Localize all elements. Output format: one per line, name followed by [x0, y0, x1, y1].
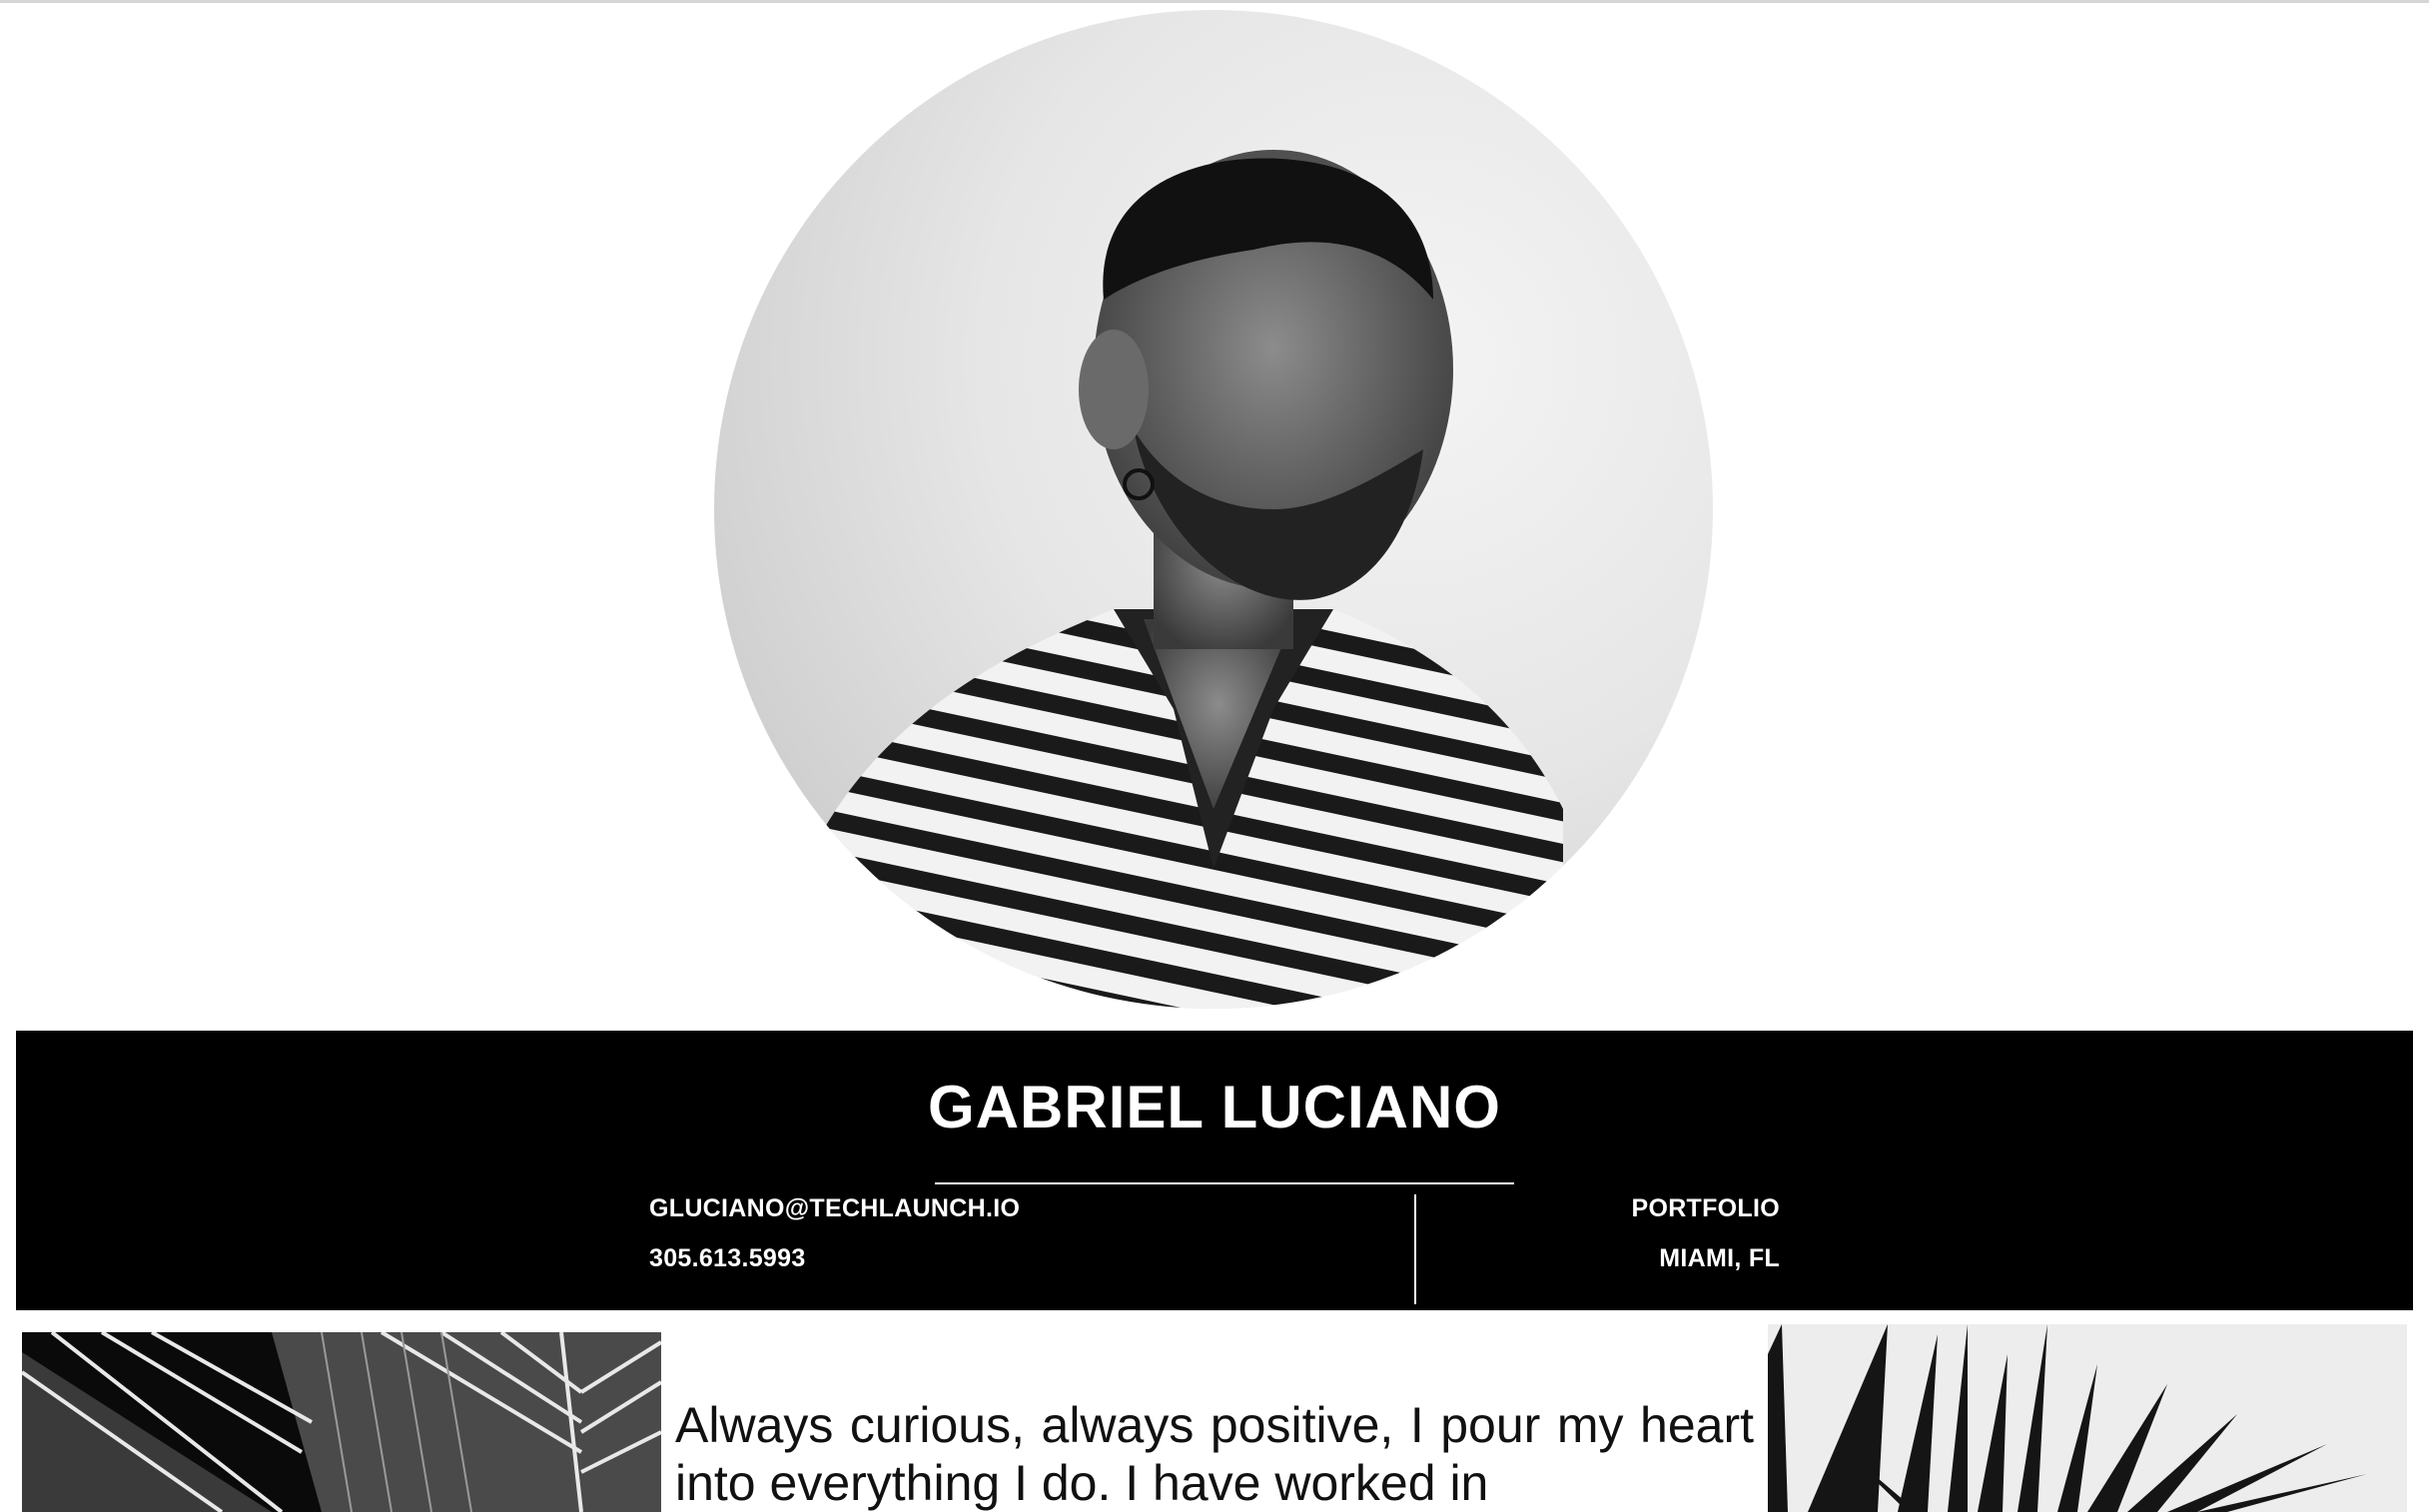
phone-number[interactable]: 305.613.5993	[649, 1244, 806, 1273]
top-border	[0, 0, 2429, 3]
leaf-image-right	[1768, 1324, 2407, 1512]
leaf-image-left	[22, 1332, 661, 1512]
palm-leaf-photo	[22, 1332, 661, 1512]
bio-paragraph: Always curious, always positive, I pour …	[675, 1397, 1754, 1511]
portrait-photo	[824, 150, 1563, 1009]
portfolio-link[interactable]: PORTFOLIO	[1631, 1194, 1780, 1223]
palm-frond-photo	[1768, 1324, 2407, 1512]
email-link[interactable]: GLUCIANO@TECHLAUNCH.IO	[649, 1194, 1020, 1223]
name-divider	[935, 1182, 1514, 1184]
location-text: MIAMI, FL	[1659, 1244, 1780, 1272]
contact-divider	[1414, 1194, 1416, 1304]
header-banner: GABRIEL LUCIANO GLUCIANO@TECHLAUNCH.IO 3…	[16, 1031, 2413, 1310]
profile-name: GABRIEL LUCIANO	[928, 1074, 1501, 1140]
profile-portrait	[714, 10, 1713, 1009]
